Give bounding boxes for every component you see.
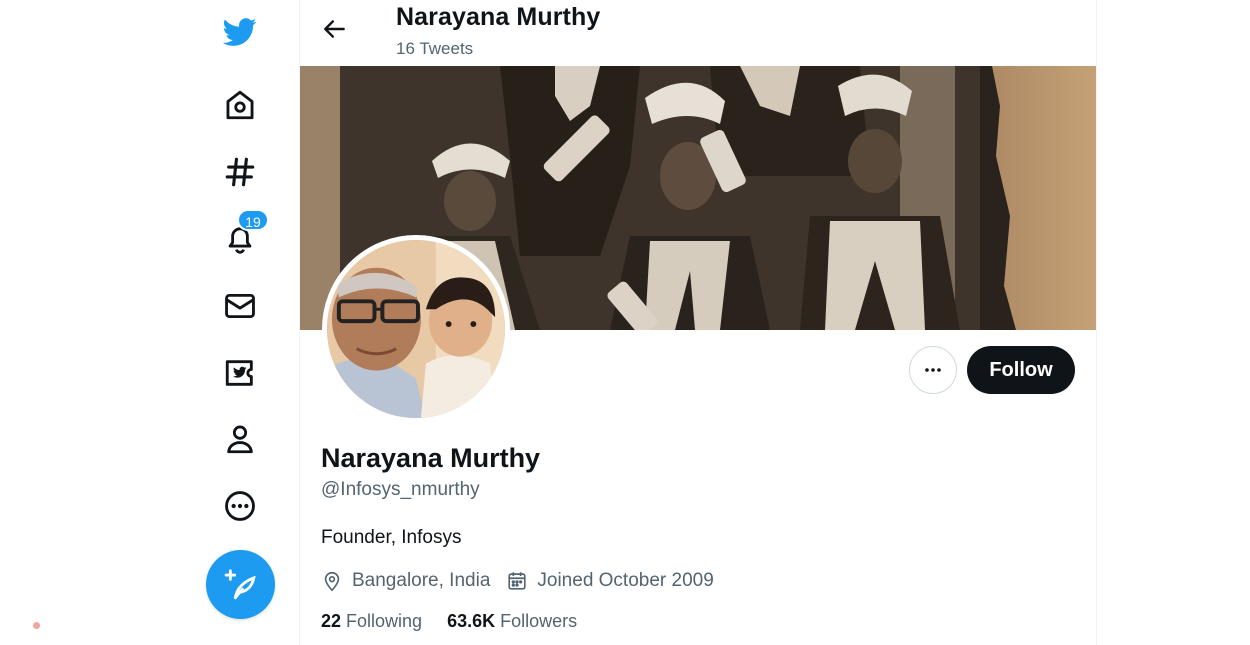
following-label: Following: [346, 611, 423, 631]
hashtag-icon[interactable]: [216, 148, 264, 196]
home-icon[interactable]: [216, 81, 264, 129]
profile-joined: Joined October 2009: [506, 570, 714, 592]
followers-label: Followers: [500, 611, 578, 631]
calendar-icon: [508, 572, 527, 590]
joined-text: Joined October 2009: [537, 570, 714, 591]
profile-avatar[interactable]: [322, 235, 510, 423]
profile-bio: Founder, Infosys: [321, 527, 462, 548]
ellipsis-icon: [925, 368, 941, 372]
twitter-blue-icon[interactable]: [216, 349, 264, 397]
mail-icon[interactable]: [216, 282, 264, 330]
location-pin-icon: [324, 571, 340, 592]
header-title: Narayana Murthy: [396, 3, 601, 31]
profile-name: Narayana Murthy: [321, 443, 541, 473]
profile-header-bar: Narayana Murthy 16 Tweets: [300, 0, 1096, 66]
profile-handle: @Infosys_nmurthy: [321, 479, 480, 500]
follow-button[interactable]: Follow: [967, 346, 1075, 394]
profile-person-icon[interactable]: [216, 415, 264, 463]
feather-plus-icon: [224, 568, 256, 599]
following-link[interactable]: 22 Following: [321, 611, 422, 632]
more-options-button[interactable]: [909, 346, 957, 394]
notifications-badge: 19: [237, 209, 269, 231]
more-circle-icon[interactable]: [216, 482, 264, 530]
status-dot: [33, 622, 40, 629]
side-navigation: 19: [200, 0, 280, 645]
profile-stats: 22 Following 63.6K Followers: [321, 611, 602, 632]
followers-link[interactable]: 63.6K Followers: [447, 611, 577, 632]
arrow-left-icon: [324, 20, 345, 38]
back-button[interactable]: [316, 10, 354, 48]
notifications-bell-icon[interactable]: 19: [216, 209, 269, 263]
location-text: Bangalore, India: [352, 570, 491, 591]
following-count: 22: [321, 611, 342, 631]
compose-tweet-button[interactable]: [206, 550, 275, 619]
profile-meta: Bangalore, India Joined October 2009: [321, 568, 730, 594]
profile-location: Bangalore, India: [321, 570, 490, 592]
header-tweet-count: 16 Tweets: [396, 39, 474, 58]
followers-count: 63.6K: [447, 611, 496, 631]
profile-column: Narayana Murthy 16 Tweets Follow Narayan…: [299, 0, 1097, 645]
twitter-logo-icon[interactable]: [216, 8, 264, 56]
